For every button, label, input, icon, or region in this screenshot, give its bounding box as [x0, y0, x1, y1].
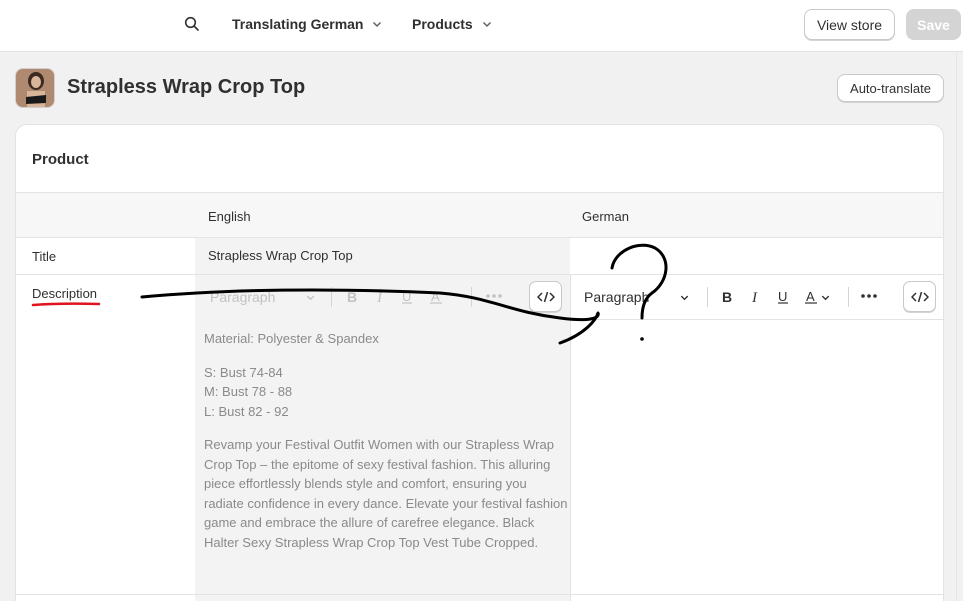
chevron-down-icon [307, 295, 315, 300]
description-source-size: M: Bust 78 - 88 [204, 384, 293, 399]
resource-type-dropdown[interactable]: Products [412, 16, 493, 32]
resource-type-label: Products [412, 16, 473, 32]
target-format-select[interactable]: Paragraph [584, 289, 690, 305]
bold-icon: B [347, 290, 357, 304]
toolbar-separator [707, 287, 708, 307]
chevron-down-icon [482, 21, 491, 28]
language-header-row: English German [16, 192, 943, 238]
description-source-size: L: Bust 82 - 92 [204, 404, 289, 419]
source-format-label: Paragraph [210, 289, 276, 305]
divider [16, 594, 943, 595]
target-format-label: Paragraph [584, 289, 650, 305]
product-translation-card: Product English German Title Strapless W… [15, 124, 944, 601]
top-bar: Translating German Products View store S… [0, 0, 963, 52]
save-button[interactable]: Save [906, 9, 961, 40]
description-source-paragraph: Revamp your Festival Outfit Women with o… [204, 437, 568, 550]
product-image [16, 69, 54, 107]
text-color-dropdown[interactable]: A [804, 290, 836, 304]
bold-icon[interactable]: B [720, 290, 734, 304]
card-title: Product [32, 151, 89, 168]
description-row-label: Description [32, 286, 98, 301]
svg-text:B: B [347, 290, 357, 304]
toolbar-separator [331, 287, 332, 307]
source-format-select: Paragraph [210, 289, 316, 305]
svg-text:I: I [751, 290, 758, 304]
translating-language-label: Translating German [232, 16, 364, 32]
more-horizontal-icon [486, 294, 502, 298]
code-icon [910, 291, 929, 302]
divider [16, 274, 943, 275]
description-source-material: Material: Polyester & Spandex [204, 331, 379, 346]
title-source-text: Strapless Wrap Crop Top [208, 248, 353, 263]
code-icon [536, 291, 555, 302]
auto-translate-button[interactable]: Auto-translate [837, 74, 944, 102]
description-source-size: S: Bust 74-84 [204, 365, 283, 380]
page-title: Strapless Wrap Crop Top [67, 76, 306, 98]
target-language-header: German [582, 209, 629, 224]
product-thumbnail [15, 68, 55, 108]
text-color-icon: A [430, 290, 442, 304]
title-row-label: Title [32, 249, 57, 264]
italic-icon: I [376, 290, 383, 304]
view-store-button[interactable]: View store [804, 9, 895, 40]
title-target-input[interactable] [570, 238, 943, 274]
description-target-editor[interactable] [571, 320, 943, 594]
toolbar-separator [471, 287, 472, 307]
search-icon[interactable] [184, 16, 200, 32]
source-code-button[interactable] [529, 281, 562, 312]
chevron-down-icon [681, 295, 689, 300]
svg-text:I: I [376, 290, 383, 304]
svg-text:A: A [431, 290, 440, 304]
svg-text:U: U [778, 290, 787, 304]
svg-text:A: A [806, 290, 815, 304]
italic-icon[interactable]: I [749, 290, 763, 304]
translating-language-dropdown[interactable]: Translating German [232, 16, 383, 32]
target-code-button[interactable] [903, 281, 936, 312]
underline-icon[interactable]: U [776, 290, 790, 304]
text-color-icon: A [805, 290, 817, 304]
source-language-header: English [208, 209, 251, 224]
svg-text:B: B [722, 290, 732, 304]
chevron-down-icon [373, 21, 382, 28]
underline-icon: U [402, 290, 412, 304]
more-horizontal-icon[interactable] [860, 291, 878, 301]
svg-text:U: U [402, 290, 411, 304]
chevron-down-icon [821, 295, 830, 300]
scrollbar[interactable] [956, 52, 963, 601]
toolbar-separator [848, 287, 849, 307]
